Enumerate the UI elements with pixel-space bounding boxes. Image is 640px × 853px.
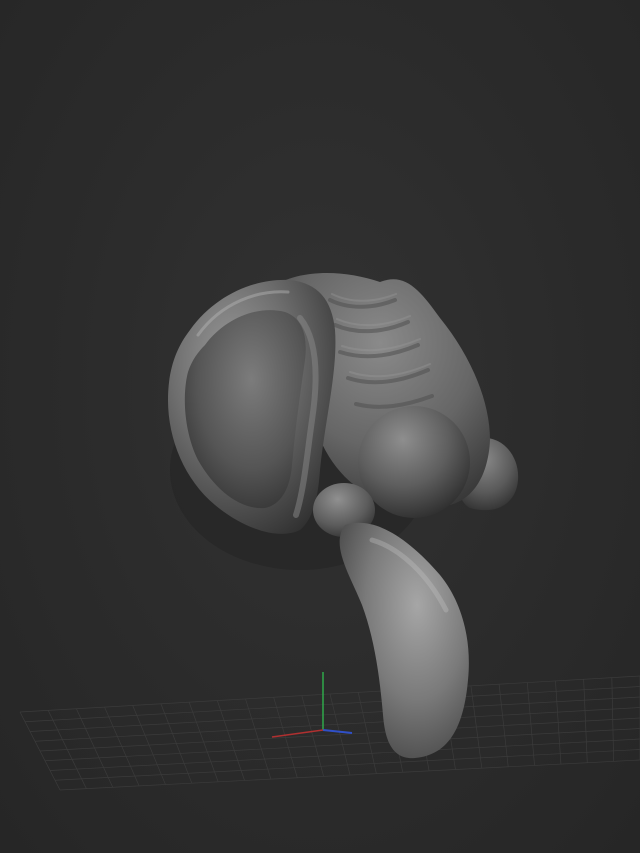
grid-line [49, 738, 640, 771]
3d-viewport[interactable] [0, 0, 640, 853]
scene-canvas[interactable] [0, 0, 640, 853]
sculpt-model[interactable] [168, 272, 519, 759]
grid-line [19, 675, 640, 713]
grid-line [29, 696, 640, 732]
grid-line [24, 686, 640, 723]
sphere [358, 406, 470, 518]
floor-grid [19, 675, 640, 791]
grid-line [39, 717, 640, 752]
grid-line [44, 728, 640, 762]
grid-line [34, 707, 640, 742]
z-axis-line [322, 729, 353, 734]
